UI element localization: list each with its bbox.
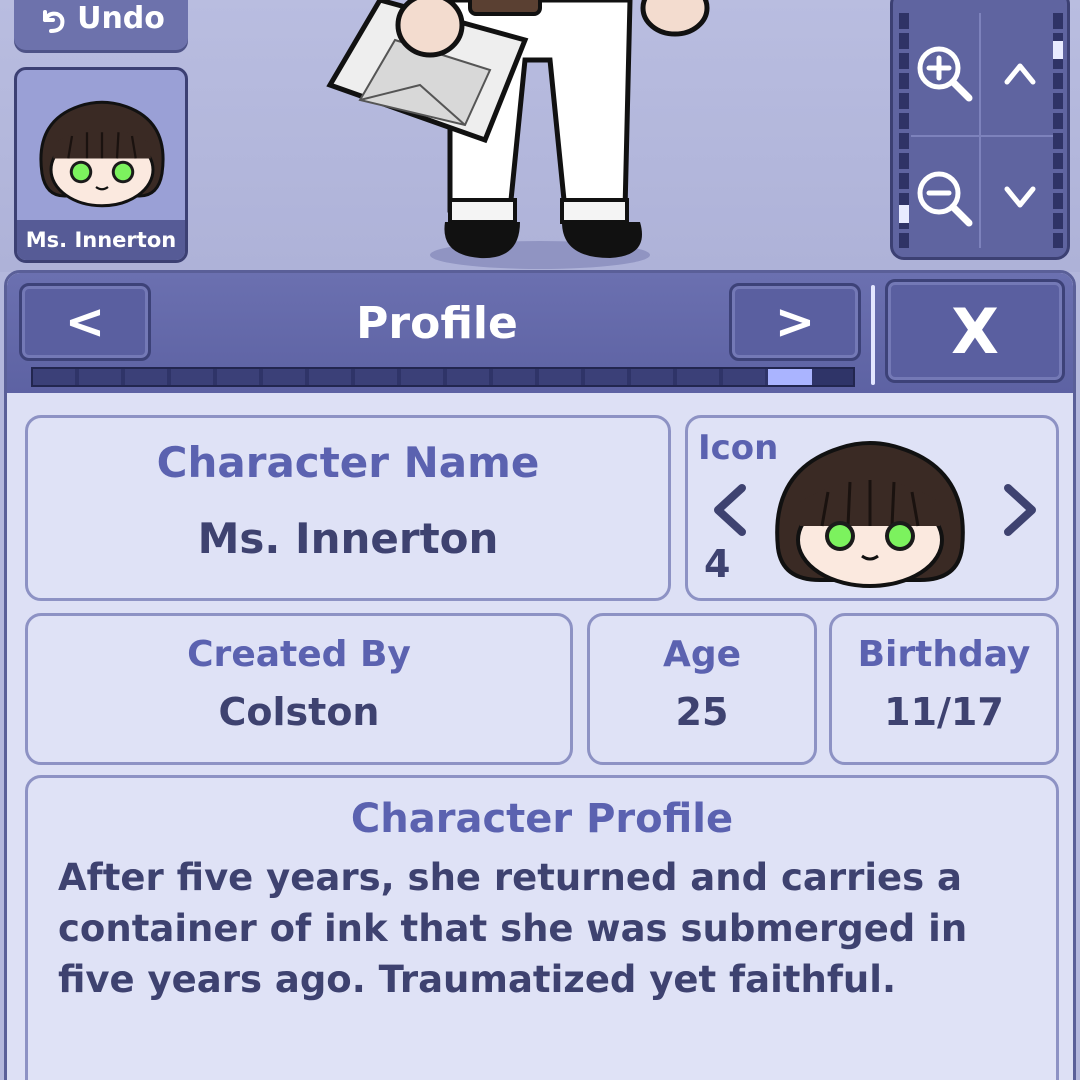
character-profile-field[interactable]: Character Profile After five years, she … [25,775,1059,1080]
zoom-in-icon [917,46,973,102]
page-progress-bar [31,367,855,387]
zoom-out-icon [917,171,973,227]
profile-panel: < Profile > X Character Name Ms. Innerto… [4,270,1076,1080]
character-profile-label: Character Profile [350,796,734,842]
divider-horizontal [911,135,1053,137]
character-head-icon [39,100,165,208]
header-divider [871,285,875,385]
icon-number: 4 [704,542,731,586]
birthday-value: 11/17 [884,690,1004,734]
progress-knob [768,369,812,385]
character-profile-text: After five years, she returned and carri… [58,856,968,1001]
age-label: Age [662,634,742,675]
camera-controls [890,0,1070,260]
birthday-label: Birthday [857,634,1031,675]
chevron-up-icon [1004,63,1036,85]
age-field[interactable]: Age 25 [587,613,817,765]
next-page-button[interactable]: > [729,283,861,361]
scroll-marker-left [899,205,909,223]
camera-down-button[interactable] [985,158,1055,238]
character-figure [326,0,710,269]
icon-next-button[interactable] [998,480,1042,540]
chevron-down-icon [1004,186,1036,208]
birthday-field[interactable]: Birthday 11/17 [829,613,1059,765]
icon-selector: Icon 4 [685,415,1059,601]
character-name-value: Ms. Innerton [197,514,499,563]
character-icon-preview [775,441,965,588]
created-by-value: Colston [218,690,380,734]
created-by-label: Created By [187,634,411,675]
undo-label: Undo [77,1,165,36]
icon-prev-button[interactable] [708,480,752,540]
camera-up-button[interactable] [985,33,1055,113]
progress-fill [33,369,768,385]
character-card[interactable]: Ms. Innerton [14,67,188,263]
undo-button[interactable]: Undo [14,0,188,50]
created-by-field[interactable]: Created By Colston [25,613,573,765]
icon-label: Icon [698,428,779,468]
undo-icon [43,10,65,33]
age-value: 25 [675,690,729,734]
divider-vertical [979,13,981,248]
close-button[interactable]: X [885,279,1065,383]
zoom-in-button[interactable] [911,33,977,113]
character-name-field[interactable]: Character Name Ms. Innerton [25,415,671,601]
prev-page-button[interactable]: < [19,283,151,361]
panel-title: Profile [356,298,518,349]
character-name-label: Character Name [156,438,540,487]
zoom-out-button[interactable] [911,158,977,238]
panel-header: < Profile > X [7,273,1073,393]
character-card-name: Ms. Innerton [17,220,185,260]
